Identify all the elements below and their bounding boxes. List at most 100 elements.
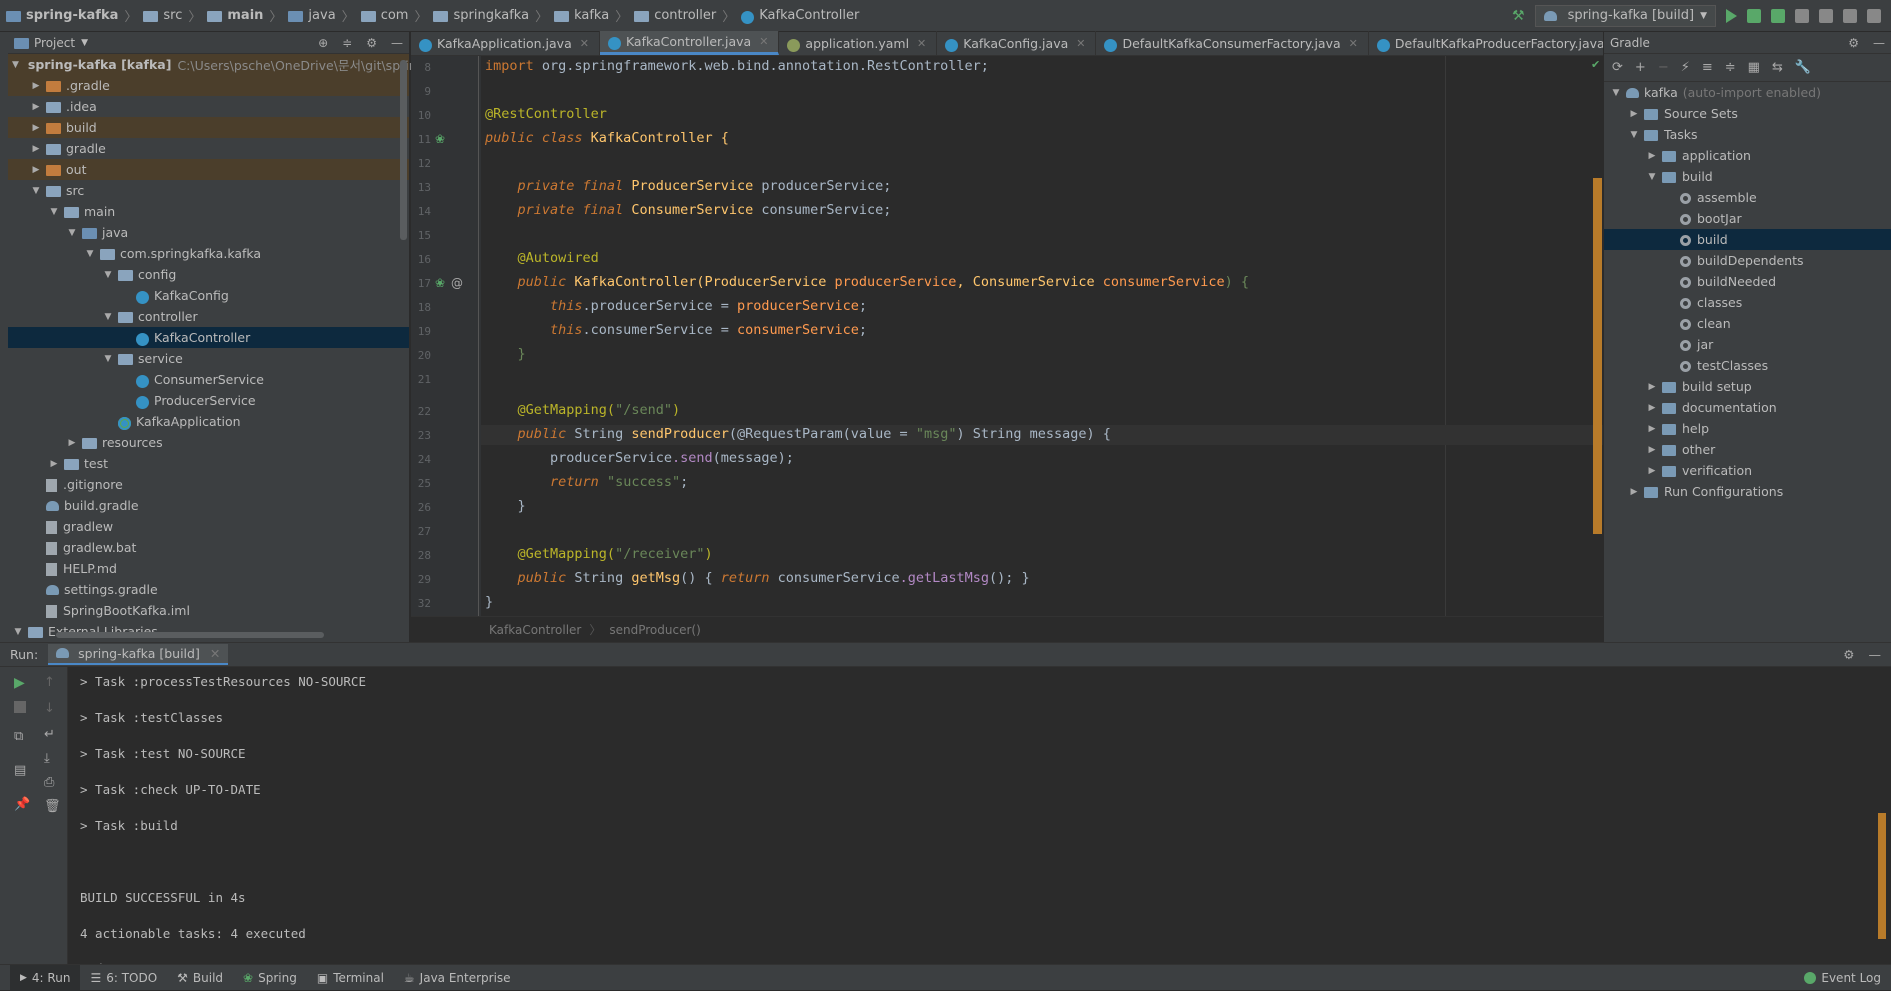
up-icon[interactable]: ↑ bbox=[44, 675, 55, 690]
crumb-file[interactable]: KafkaController bbox=[759, 8, 859, 23]
tree-item[interactable]: ▼ config bbox=[8, 264, 409, 285]
tool-todo-button[interactable]: ☰ 6: TODO bbox=[80, 965, 167, 991]
gradle-tree-item[interactable]: buildNeeded bbox=[1604, 271, 1891, 292]
code-line-29[interactable]: public String getMsg() { return consumer… bbox=[485, 570, 1030, 586]
run-config-select[interactable]: spring-kafka [build] ▼ bbox=[1534, 4, 1716, 27]
code-line-14[interactable]: private final ConsumerService consumerSe… bbox=[485, 202, 892, 218]
gradle-tree-item[interactable]: ▶ Source Sets bbox=[1604, 103, 1891, 124]
tree-item[interactable]: gradlew.bat bbox=[8, 537, 409, 558]
crumb-kafka[interactable]: kafka bbox=[574, 8, 609, 23]
run-icon[interactable] bbox=[1726, 8, 1737, 23]
close-icon[interactable]: ✕ bbox=[210, 646, 220, 661]
gear-icon[interactable]: ⚙ bbox=[1843, 647, 1854, 662]
gradle-tree-item[interactable]: build bbox=[1604, 229, 1891, 250]
chevron-right-icon[interactable]: ▶ bbox=[1646, 445, 1658, 455]
chevron-down-icon[interactable]: ▼ bbox=[1610, 88, 1622, 98]
code-line-32[interactable]: } bbox=[485, 594, 493, 610]
gradle-tree-item[interactable]: testClasses bbox=[1604, 355, 1891, 376]
chevron-right-icon[interactable]: ▶ bbox=[66, 438, 78, 448]
build-hammer-icon[interactable]: ⚒ bbox=[1512, 8, 1525, 24]
chevron-right-icon[interactable]: ▶ bbox=[30, 165, 42, 175]
tree-item[interactable]: ▶ gradle bbox=[8, 138, 409, 159]
tree-item[interactable]: ConsumerService bbox=[8, 369, 409, 390]
tool-terminal-button[interactable]: ▣ Terminal bbox=[307, 965, 394, 991]
close-icon[interactable]: ✕ bbox=[1076, 37, 1085, 50]
gradle-root[interactable]: ▼ kafka (auto-import enabled) bbox=[1604, 82, 1891, 103]
chevron-down-icon[interactable]: ▼ bbox=[12, 60, 19, 70]
chevron-right-icon[interactable]: ▶ bbox=[30, 81, 42, 91]
layout-icon[interactable]: ▤ bbox=[14, 763, 26, 778]
chevron-right-icon[interactable]: ▶ bbox=[48, 459, 60, 469]
code-line-28[interactable]: @GetMapping("/receiver") bbox=[485, 546, 713, 562]
close-icon[interactable]: ✕ bbox=[1349, 37, 1358, 50]
code-line-24[interactable]: producerService.send(message); bbox=[485, 450, 794, 466]
tree-item[interactable]: ▼ main bbox=[8, 201, 409, 222]
tree-item[interactable]: KafkaConfig bbox=[8, 285, 409, 306]
tree-item[interactable]: ▼ service bbox=[8, 348, 409, 369]
gradle-tree-item[interactable]: ▶ verification bbox=[1604, 460, 1891, 481]
close-icon[interactable]: ✕ bbox=[580, 37, 589, 50]
tree-item[interactable]: ▶ .gradle bbox=[8, 75, 409, 96]
chevron-down-icon[interactable]: ▼ bbox=[30, 186, 42, 196]
gradle-tree-item[interactable]: jar bbox=[1604, 334, 1891, 355]
crumb-project[interactable]: spring-kafka bbox=[26, 8, 118, 23]
close-icon[interactable]: ✕ bbox=[917, 37, 926, 50]
code-line-18[interactable]: this.producerService = producerService; bbox=[485, 298, 867, 314]
code-line-22[interactable]: @GetMapping("/send") bbox=[485, 402, 681, 418]
crumb-springkafka[interactable]: springkafka bbox=[453, 8, 529, 23]
code-line-19[interactable]: this.consumerService = consumerService; bbox=[485, 322, 867, 338]
gear-icon[interactable]: ⚙ bbox=[366, 36, 377, 50]
tool-run-button[interactable]: ▶ 4: Run bbox=[10, 964, 81, 991]
scroll-marker[interactable] bbox=[1593, 178, 1602, 534]
code-line-23[interactable]: public String sendProducer(@RequestParam… bbox=[485, 426, 1111, 442]
tree-item[interactable]: SpringBootKafka.iml bbox=[8, 600, 409, 621]
gradle-tree-item[interactable]: ▶ help bbox=[1604, 418, 1891, 439]
chevron-down-icon[interactable]: ▼ bbox=[102, 312, 114, 322]
editor-tab[interactable]: KafkaConfig.java ✕ bbox=[937, 31, 1097, 55]
spring-autowire-gutter-icon[interactable]: ❀ bbox=[435, 276, 445, 290]
down-icon[interactable]: ↓ bbox=[44, 701, 55, 716]
chevron-right-icon[interactable]: ▶ bbox=[30, 123, 42, 133]
tree-item[interactable]: ▶ resources bbox=[8, 432, 409, 453]
trash-icon[interactable]: 🗑 bbox=[44, 799, 61, 814]
soft-wrap-icon[interactable]: ↵ bbox=[44, 727, 55, 742]
locate-icon[interactable]: ⊕ bbox=[318, 36, 328, 50]
code-line-13[interactable]: private final ProducerService producerSe… bbox=[485, 178, 892, 194]
tree-item[interactable]: build.gradle bbox=[8, 495, 409, 516]
tree-root[interactable]: ▼ spring-kafka [kafka] C:\Users\psche\On… bbox=[8, 54, 425, 75]
code-line-25[interactable]: return "success"; bbox=[485, 474, 688, 490]
tree-item[interactable]: ▼ java bbox=[8, 222, 409, 243]
gradle-tree-item[interactable]: ▶ build setup bbox=[1604, 376, 1891, 397]
scroll-to-end-icon[interactable]: ⤓ bbox=[44, 751, 50, 766]
layout-icon[interactable] bbox=[1867, 8, 1881, 23]
code-line-17[interactable]: public KafkaController(ProducerService p… bbox=[485, 274, 1250, 290]
tool-build-button[interactable]: ⚒ Build bbox=[167, 965, 233, 991]
project-panel-title[interactable]: Project bbox=[34, 36, 75, 50]
breadcrumb-class[interactable]: KafkaController bbox=[489, 623, 581, 637]
crumb-main[interactable]: main bbox=[227, 8, 263, 23]
collapse-all-icon[interactable]: ≑ bbox=[1725, 60, 1736, 75]
gradle-tree-item[interactable]: bootJar bbox=[1604, 208, 1891, 229]
tree-item[interactable]: ▼ com.springkafka.kafka bbox=[8, 243, 409, 264]
chevron-right-icon[interactable]: ▶ bbox=[1646, 424, 1658, 434]
collapse-all-icon[interactable]: ≑ bbox=[342, 36, 352, 50]
chevron-down-icon[interactable]: ▼ bbox=[66, 228, 78, 238]
crumb-java[interactable]: java bbox=[308, 8, 335, 23]
chevron-down-icon[interactable]: ▼ bbox=[84, 249, 96, 259]
chevron-right-icon[interactable]: ▶ bbox=[1646, 466, 1658, 476]
editor-tab[interactable]: KafkaApplication.java ✕ bbox=[411, 31, 600, 55]
tree-item[interactable]: KafkaApplication bbox=[8, 411, 409, 432]
refresh-icon[interactable]: ⟳ bbox=[1612, 60, 1623, 75]
tree-item[interactable]: KafkaController bbox=[8, 327, 409, 348]
coverage-icon[interactable] bbox=[1771, 8, 1785, 23]
tree-item[interactable]: gradlew bbox=[8, 516, 409, 537]
wrench-icon[interactable]: 🔧 bbox=[1795, 60, 1811, 75]
gradle-tree-item[interactable]: ▶ other bbox=[1604, 439, 1891, 460]
minimize-icon[interactable]: — bbox=[391, 36, 403, 50]
gear-icon[interactable]: ⚙ bbox=[1848, 36, 1859, 50]
chevron-right-icon[interactable]: ▶ bbox=[30, 144, 42, 154]
code-line-20[interactable]: } bbox=[485, 346, 526, 362]
tree-item[interactable]: ▶ out bbox=[8, 159, 409, 180]
tree-item[interactable]: ▶ test bbox=[8, 453, 409, 474]
console-scroll-marker[interactable] bbox=[1878, 813, 1886, 939]
